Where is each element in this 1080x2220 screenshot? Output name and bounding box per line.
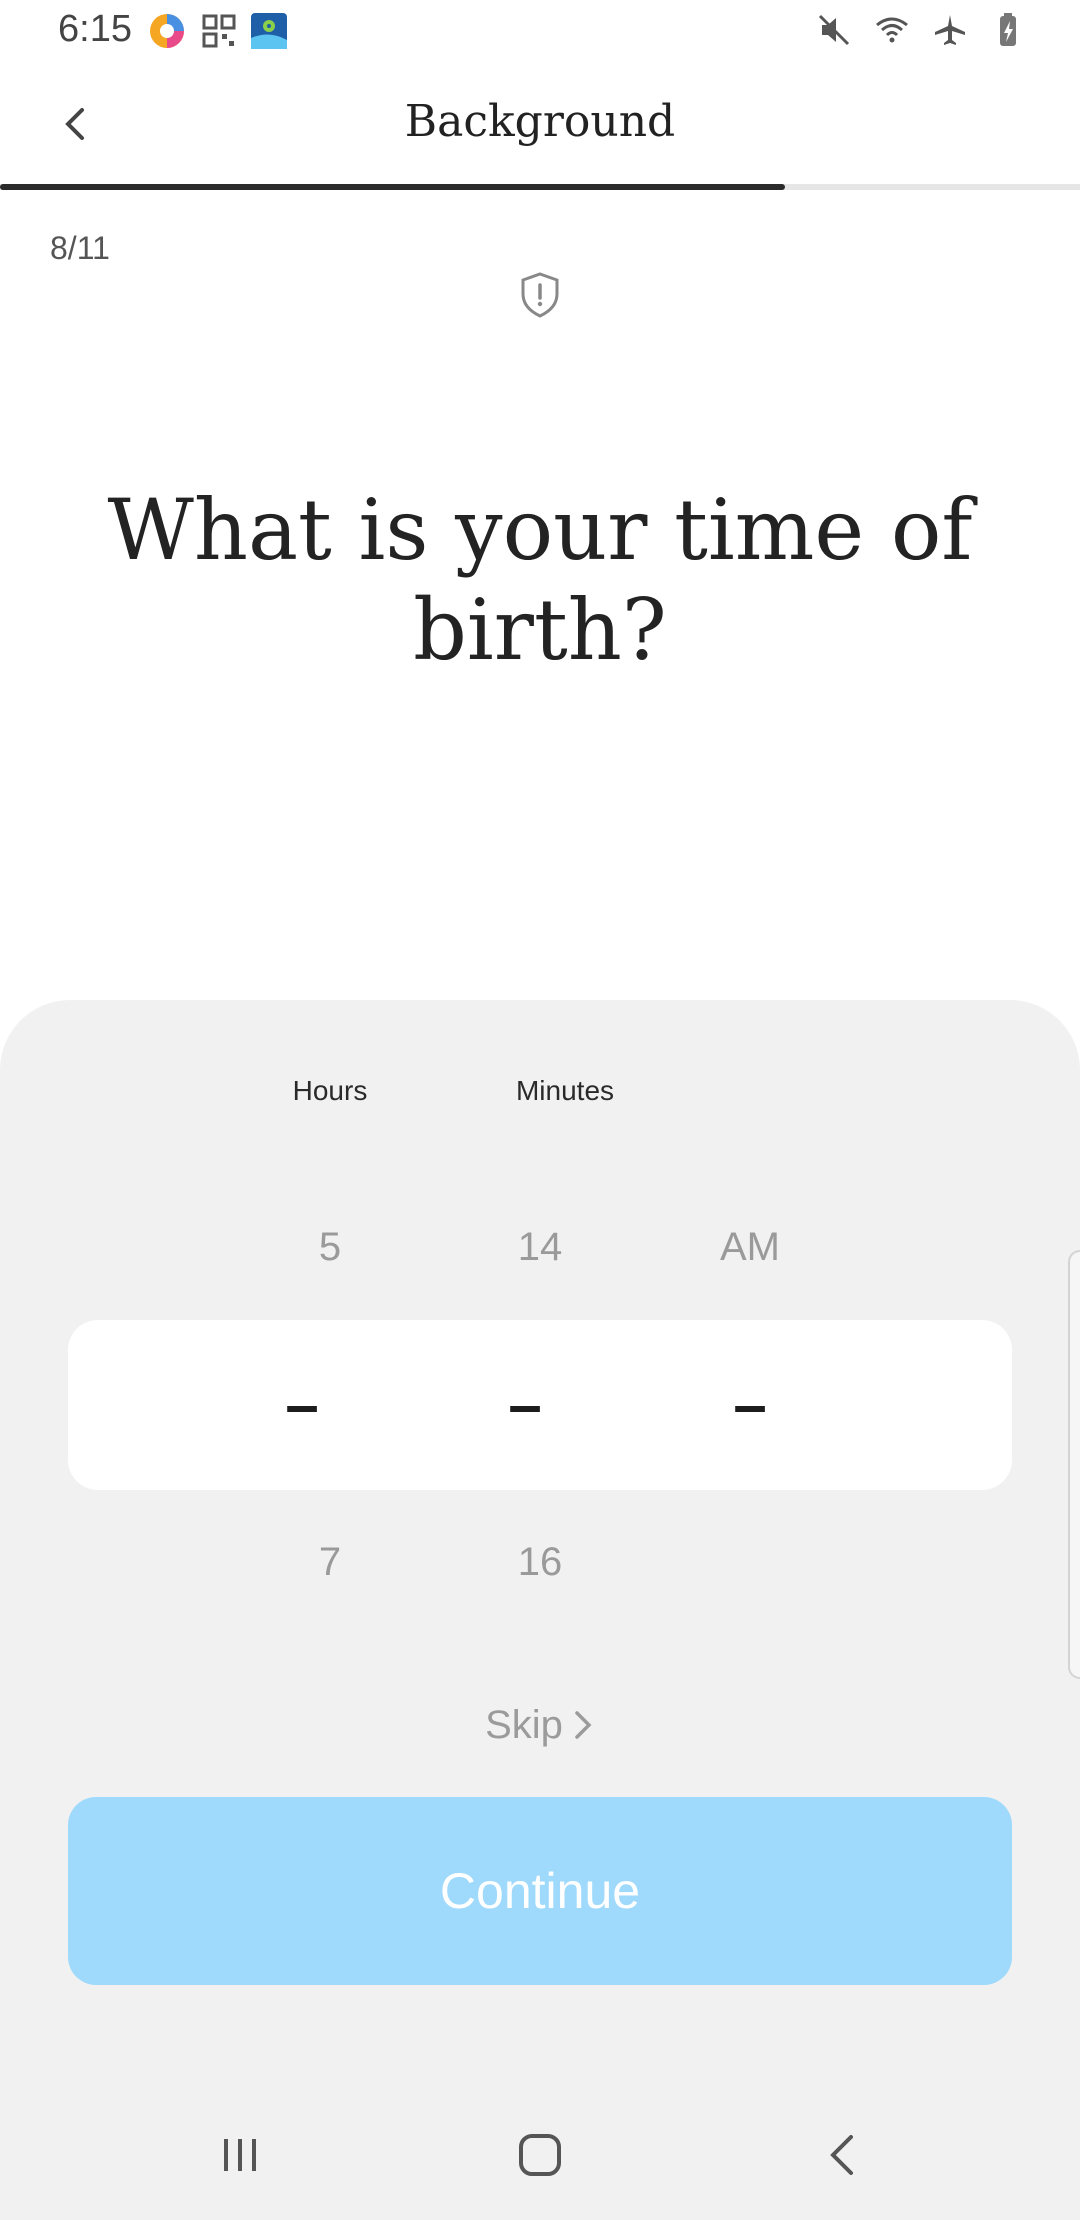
step-counter: 8/11 bbox=[50, 230, 110, 266]
progress-bar bbox=[0, 184, 1080, 190]
mute-icon bbox=[818, 14, 850, 46]
status-time: 6:15 bbox=[58, 8, 132, 50]
edge-panel-handle[interactable] bbox=[1068, 1250, 1080, 1679]
minutes-selected[interactable]: – bbox=[425, 1370, 625, 1439]
maps-app-icon bbox=[250, 12, 288, 50]
progress-fill bbox=[0, 184, 786, 190]
system-back-button[interactable] bbox=[803, 2125, 883, 2185]
minutes-column-label: Minutes bbox=[515, 1075, 615, 1106]
period-selected[interactable]: – bbox=[650, 1370, 850, 1439]
wifi-icon bbox=[876, 17, 908, 43]
time-picker-sheet bbox=[0, 1000, 1080, 2220]
minutes-option-above[interactable]: 14 bbox=[440, 1225, 640, 1270]
home-button[interactable] bbox=[500, 2125, 580, 2185]
hours-option-above[interactable]: 5 bbox=[230, 1225, 430, 1270]
recent-apps-button[interactable] bbox=[200, 2125, 280, 2185]
airplane-icon bbox=[935, 15, 965, 45]
photo-app-icon bbox=[148, 12, 186, 50]
hours-option-below[interactable]: 7 bbox=[230, 1540, 430, 1585]
period-option-above[interactable]: AM bbox=[650, 1225, 850, 1270]
minutes-option-below[interactable]: 16 bbox=[440, 1540, 640, 1585]
status-bar: 6:15 bbox=[0, 0, 1080, 64]
hours-column-label: Hours bbox=[292, 1075, 368, 1106]
back-icon bbox=[830, 2135, 853, 2175]
shield-alert-icon[interactable] bbox=[515, 270, 565, 320]
page-title: Background bbox=[404, 96, 676, 147]
app-bar: Background bbox=[0, 64, 1080, 184]
skip-label: Skip bbox=[485, 1702, 563, 1747]
hours-selected[interactable]: – bbox=[202, 1370, 402, 1439]
home-icon bbox=[519, 2134, 561, 2176]
system-nav-bar bbox=[0, 2100, 1080, 2220]
continue-button[interactable]: Continue bbox=[68, 1797, 1012, 1985]
recent-apps-icon bbox=[224, 2139, 256, 2171]
skip-button[interactable]: Skip bbox=[440, 1695, 640, 1755]
continue-label: Continue bbox=[439, 1863, 641, 1919]
battery-icon bbox=[1000, 13, 1016, 46]
chevron-right-icon bbox=[575, 1711, 592, 1739]
question-heading: What is your time of birth? bbox=[107, 481, 973, 679]
qr-app-icon bbox=[200, 12, 238, 50]
